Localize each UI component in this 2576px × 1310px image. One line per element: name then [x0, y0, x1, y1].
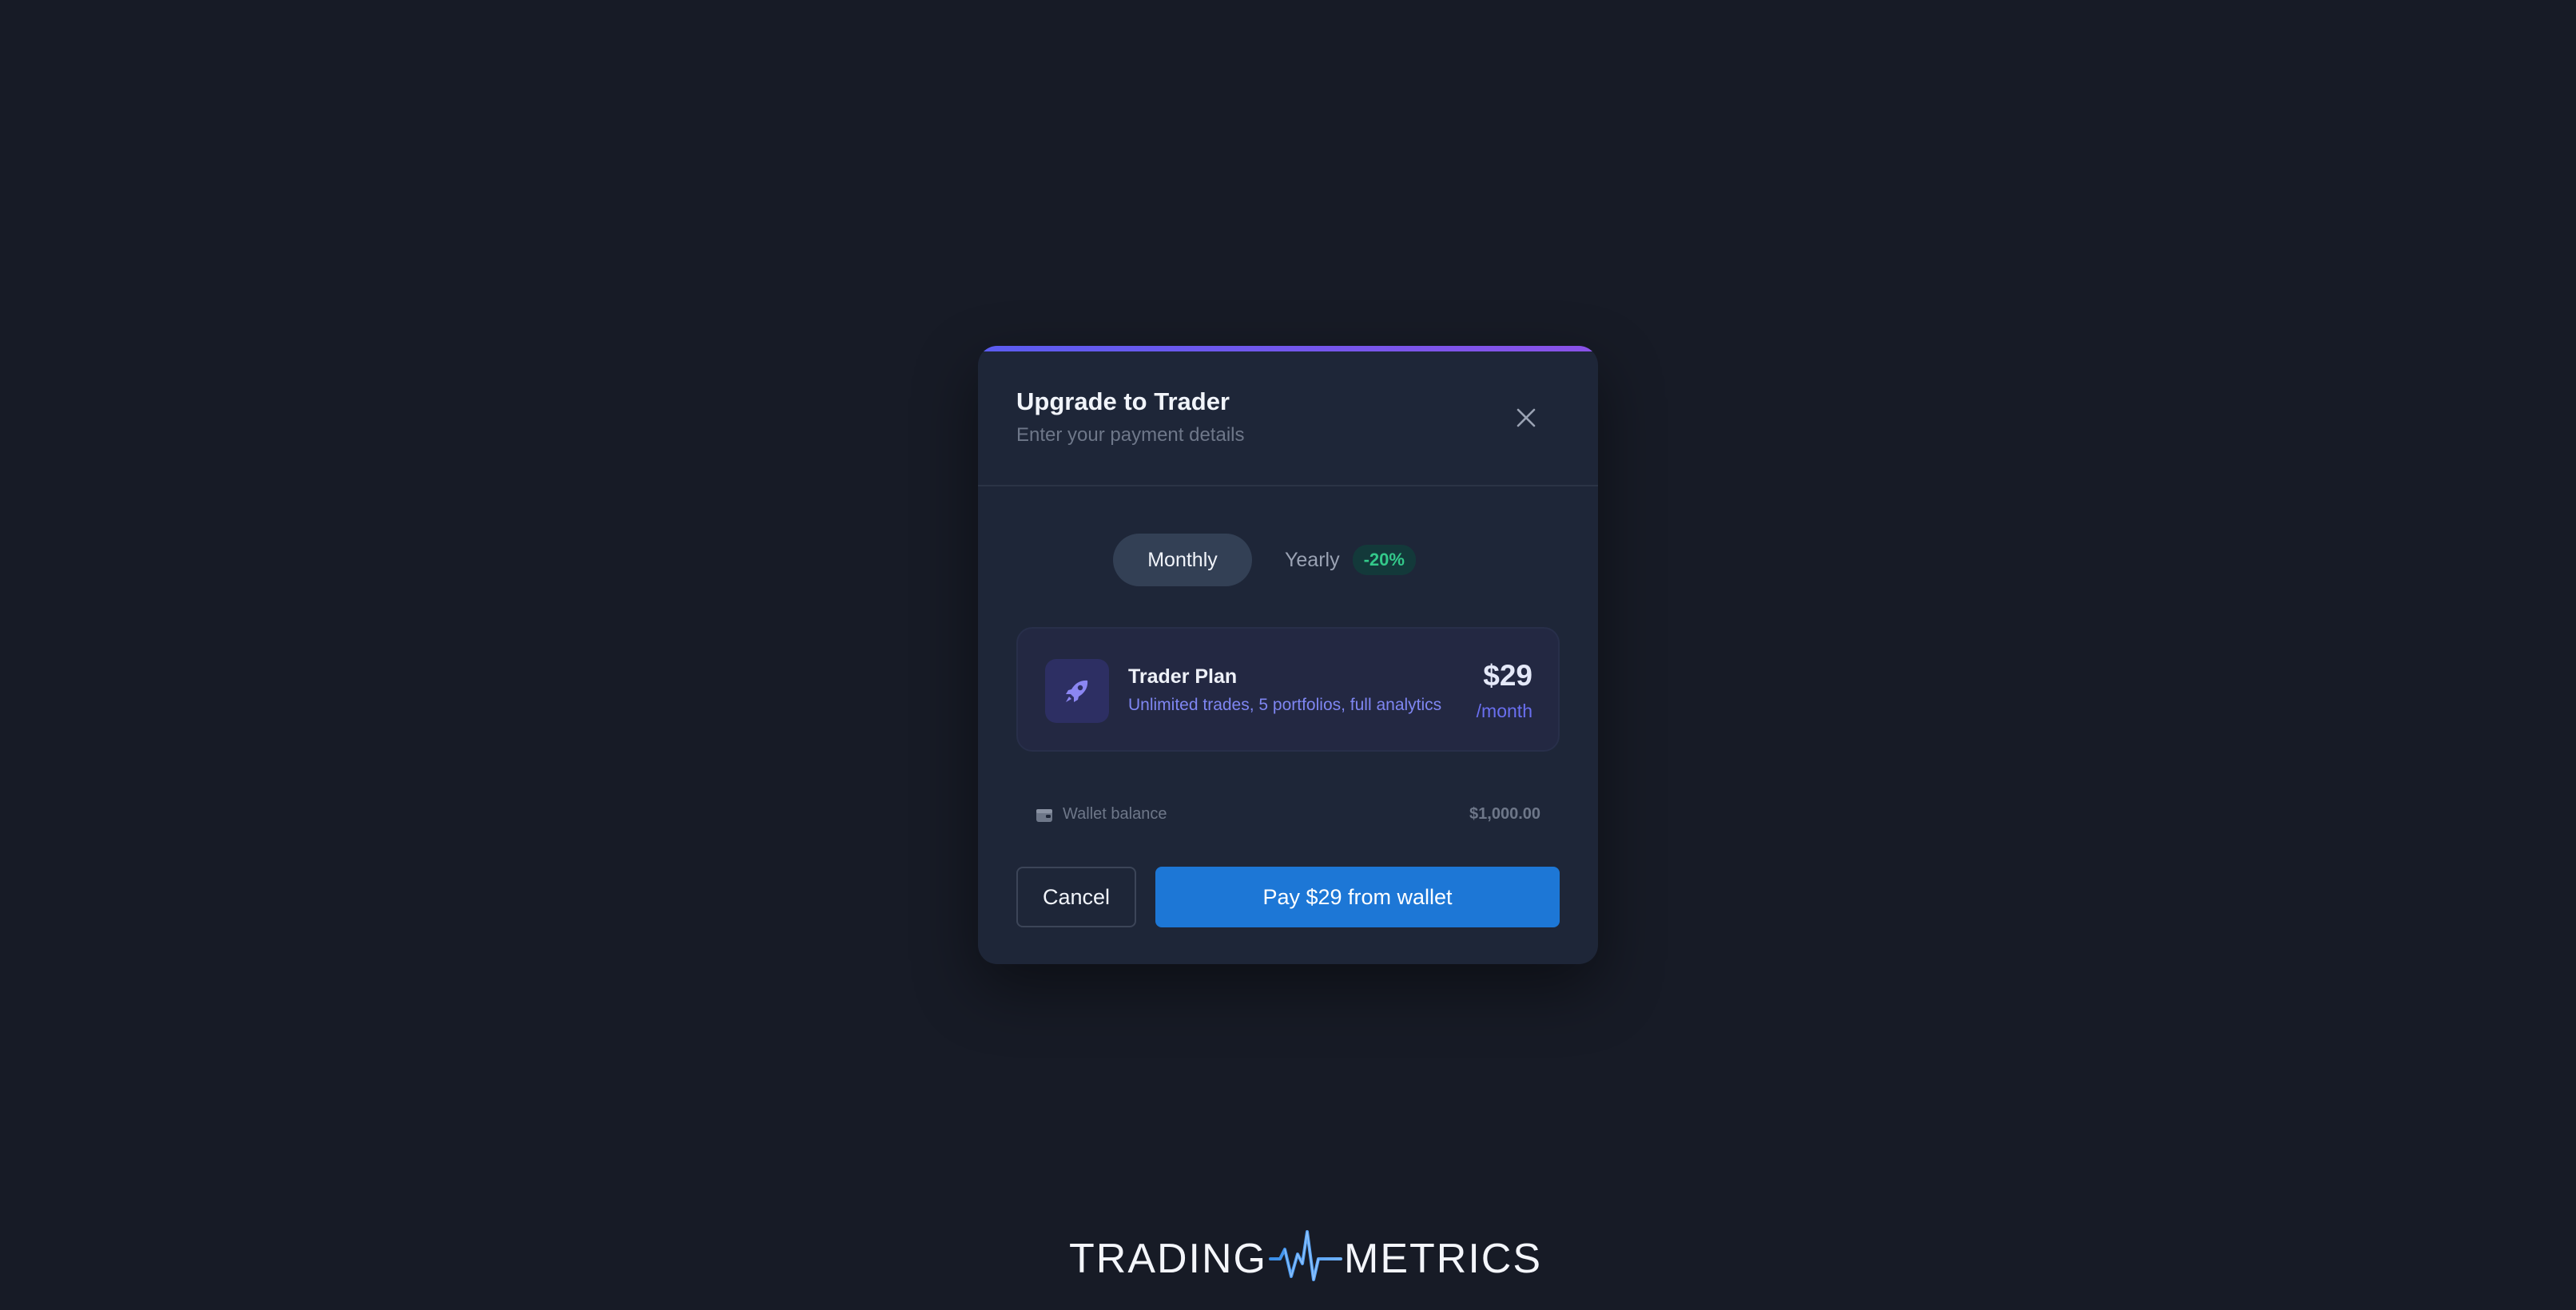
wallet-icon	[1036, 809, 1052, 822]
wallet-balance-row: Wallet balance $1,000.00	[1036, 804, 1540, 828]
plan-description: Unlimited trades, 5 portfolios, full ana…	[1128, 696, 1442, 714]
tab-yearly-label: Yearly	[1285, 548, 1340, 571]
plan-period: /month	[1476, 701, 1532, 721]
discount-badge: -20%	[1352, 545, 1416, 575]
brand-text-right: METRICS	[1344, 1236, 1542, 1282]
plan-price: $29	[1483, 659, 1532, 692]
plan-card: Trader Plan Unlimited trades, 5 portfoli…	[1016, 627, 1560, 752]
modal-title: Upgrade to Trader	[1016, 387, 1230, 415]
wallet-amount: $1,000.00	[1469, 805, 1540, 823]
tab-monthly[interactable]: Monthly	[1113, 534, 1252, 586]
close-icon	[1517, 408, 1536, 427]
modal-accent-bar	[978, 346, 1598, 351]
upgrade-modal: Upgrade to Trader Enter your payment det…	[978, 346, 1598, 964]
header-divider	[978, 485, 1598, 486]
pulse-logo-icon	[1269, 1230, 1342, 1281]
rocket-icon	[1066, 680, 1088, 702]
plan-icon-container	[1045, 659, 1109, 723]
pay-button[interactable]: Pay $29 from wallet	[1155, 867, 1560, 927]
modal-subtitle: Enter your payment details	[1016, 424, 1245, 446]
wallet-label: Wallet balance	[1063, 805, 1167, 823]
brand-text-left: TRADING	[1069, 1236, 1267, 1282]
cancel-button[interactable]: Cancel	[1016, 867, 1136, 927]
close-button[interactable]	[1509, 400, 1544, 435]
plan-name: Trader Plan	[1128, 665, 1238, 688]
brand-logo: TRADING METRICS	[1069, 1227, 1542, 1291]
tab-yearly[interactable]: Yearly -20%	[1275, 534, 1416, 586]
